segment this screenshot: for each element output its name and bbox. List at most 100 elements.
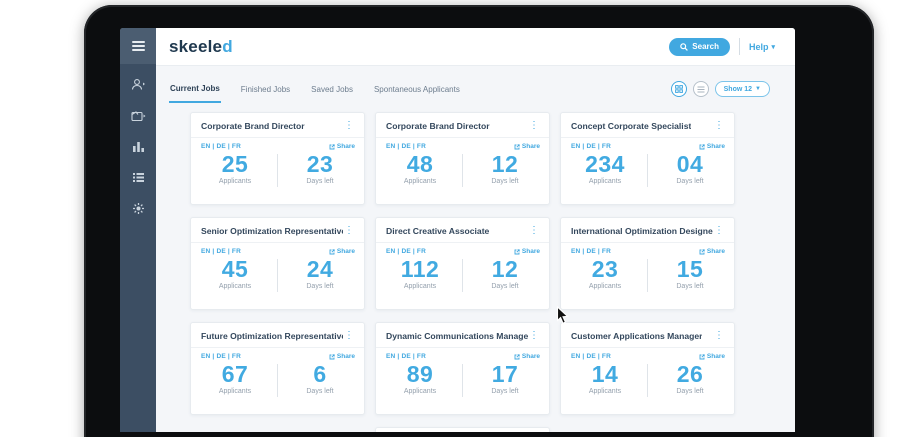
external-link-icon (699, 248, 705, 254)
kebab-menu-icon[interactable]: ⋮ (528, 226, 540, 236)
job-cards-grid: Corporate Brand Director ⋮ EN | DE | FR … (190, 112, 735, 432)
days-left-count: 24 (306, 256, 334, 282)
applicants-count: 25 (221, 151, 249, 177)
sidebar-item-menu[interactable] (120, 28, 156, 64)
main-area: skeeled Search Help ▾ Current Jobs Finis… (156, 28, 795, 432)
applicants-count: 45 (221, 256, 249, 282)
job-card[interactable]: Customer Applications Manager ⋮ EN | DE … (560, 322, 735, 415)
job-card[interactable]: Future Optimization Representative ⋮ EN … (190, 322, 365, 415)
days-left-count: 23 (306, 151, 334, 177)
kebab-menu-icon[interactable]: ⋮ (343, 331, 355, 341)
help-menu[interactable]: Help ▾ (749, 42, 775, 52)
kebab-menu-icon[interactable]: ⋮ (343, 226, 355, 236)
list-view-toggle[interactable] (692, 81, 709, 97)
applicants-count: 23 (591, 256, 619, 282)
job-title: Customer Applications Manager (571, 331, 703, 341)
days-left-count: 04 (676, 151, 704, 177)
job-title: Direct Creative Associate (386, 226, 490, 236)
external-link-icon (514, 353, 520, 359)
external-link-icon (329, 143, 335, 149)
bar-chart-icon (132, 141, 145, 153)
job-card[interactable]: Concept Corporate Specialist ⋮ EN | DE |… (560, 112, 735, 205)
days-left-count: 15 (676, 256, 704, 282)
grid-view-toggle[interactable] (670, 81, 687, 97)
kebab-menu-icon[interactable]: ⋮ (528, 121, 540, 131)
sidebar-item-candidates[interactable] (120, 69, 156, 100)
job-card[interactable]: Corporate Brand Director ⋮ EN | DE | FR … (375, 112, 550, 205)
tab-spontaneous-applicants[interactable]: Spontaneous Applicants (373, 77, 461, 102)
days-left-count: 12 (491, 151, 519, 177)
grid-view-icon (674, 85, 683, 93)
applicants-count: 112 (400, 256, 440, 282)
share-link[interactable]: Share (699, 353, 725, 360)
job-title: Concept Corporate Specialist (571, 121, 692, 131)
list-icon (132, 172, 145, 183)
job-title: Corporate Brand Director (386, 121, 490, 131)
share-link[interactable]: Share (514, 143, 540, 150)
external-link-icon (699, 353, 705, 359)
jobs-folder-icon (130, 110, 146, 122)
days-left-count: 26 (676, 361, 704, 387)
external-link-icon (329, 248, 335, 254)
chevron-down-icon: ▼ (755, 86, 761, 92)
skeeled-logo: skeeled (169, 36, 233, 56)
job-card-partial[interactable] (375, 427, 550, 432)
sidebar (120, 28, 156, 432)
sidebar-item-statistics[interactable] (120, 131, 156, 162)
share-link[interactable]: Share (329, 248, 355, 255)
sidebar-item-settings[interactable] (120, 193, 156, 224)
tab-saved-jobs[interactable]: Saved Jobs (310, 77, 354, 102)
share-link[interactable]: Share (329, 353, 355, 360)
chevron-down-icon: ▾ (771, 43, 775, 51)
kebab-menu-icon[interactable]: ⋮ (528, 331, 540, 341)
share-link[interactable]: Share (514, 248, 540, 255)
job-languages: EN | DE | FR (571, 248, 611, 255)
external-link-icon (514, 248, 520, 254)
kebab-menu-icon[interactable]: ⋮ (713, 331, 725, 341)
job-card[interactable]: Corporate Brand Director ⋮ EN | DE | FR … (190, 112, 365, 205)
job-languages: EN | DE | FR (386, 353, 426, 360)
job-title: Corporate Brand Director (201, 121, 305, 131)
share-link[interactable]: Share (329, 143, 355, 150)
tabs-toolbar: Current Jobs Finished Jobs Saved Jobs Sp… (156, 66, 795, 112)
days-left-count: 12 (491, 256, 519, 282)
job-card[interactable]: International Optimization Designer ⋮ EN… (560, 217, 735, 310)
settings-gear-icon (132, 202, 145, 215)
days-left-count: 6 (313, 361, 327, 387)
job-languages: EN | DE | FR (571, 353, 611, 360)
job-languages: EN | DE | FR (386, 248, 426, 255)
search-icon (680, 42, 689, 51)
app-screen: skeeled Search Help ▾ Current Jobs Finis… (120, 28, 795, 432)
search-button[interactable]: Search (669, 37, 730, 56)
applicants-count: 48 (406, 151, 434, 177)
kebab-menu-icon[interactable]: ⋮ (713, 226, 725, 236)
sidebar-item-jobs[interactable] (120, 100, 156, 131)
job-card[interactable]: Senior Optimization Representative ⋮ EN … (190, 217, 365, 310)
top-header: skeeled Search Help ▾ (156, 28, 795, 66)
list-view-icon (697, 85, 705, 93)
share-link[interactable]: Share (699, 248, 725, 255)
tab-current-jobs[interactable]: Current Jobs (169, 76, 221, 103)
job-title: International Optimization Designer (571, 226, 713, 236)
menu-icon (131, 41, 145, 51)
tab-finished-jobs[interactable]: Finished Jobs (240, 77, 291, 102)
share-link[interactable]: Share (514, 353, 540, 360)
days-left-count: 17 (491, 361, 519, 387)
job-languages: EN | DE | FR (201, 143, 241, 150)
kebab-menu-icon[interactable]: ⋮ (713, 121, 725, 131)
applicants-count: 67 (221, 361, 249, 387)
share-link[interactable]: Share (699, 143, 725, 150)
job-languages: EN | DE | FR (386, 143, 426, 150)
page: skeeled Search Help ▾ Current Jobs Finis… (0, 0, 920, 437)
external-link-icon (699, 143, 705, 149)
external-link-icon (514, 143, 520, 149)
applicants-count: 14 (591, 361, 619, 387)
job-languages: EN | DE | FR (201, 353, 241, 360)
job-card[interactable]: Dynamic Communications Manager ⋮ EN | DE… (375, 322, 550, 415)
job-card[interactable]: Direct Creative Associate ⋮ EN | DE | FR… (375, 217, 550, 310)
show-filter-dropdown[interactable]: Show 12 ▼ (714, 81, 770, 97)
sidebar-item-list[interactable] (120, 162, 156, 193)
header-divider (738, 38, 740, 55)
kebab-menu-icon[interactable]: ⋮ (343, 121, 355, 131)
job-languages: EN | DE | FR (571, 143, 611, 150)
